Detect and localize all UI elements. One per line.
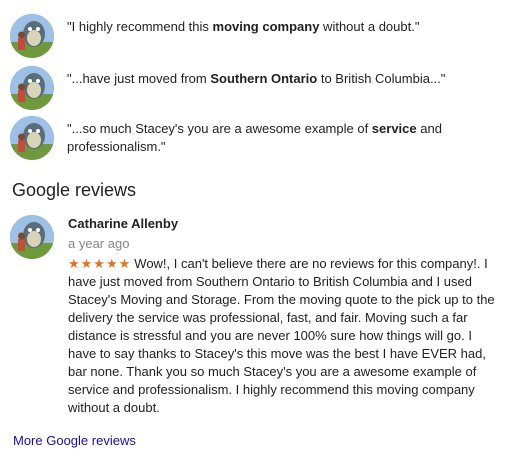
review-snippet: "I highly recommend this moving company … bbox=[10, 14, 500, 58]
snippet-text: "...have just moved from Southern Ontari… bbox=[67, 66, 445, 88]
review-card: Catharine Allenby a year ago ★★★★★ Wow!, … bbox=[10, 215, 500, 417]
review-snippet: "...so much Stacey's you are a awesome e… bbox=[10, 116, 500, 160]
snippet-text-part: "...have just moved from bbox=[67, 71, 211, 86]
review-body: Catharine Allenby a year ago ★★★★★ Wow!, … bbox=[68, 215, 496, 417]
star-rating-icon: ★★★★★ bbox=[68, 256, 132, 271]
avatar[interactable] bbox=[10, 116, 54, 160]
snippet-text-part: to British Columbia..." bbox=[317, 71, 446, 86]
snippet-highlight: moving company bbox=[212, 19, 320, 34]
reviewer-name[interactable]: Catharine Allenby bbox=[68, 215, 496, 233]
snippet-text: "...so much Stacey's you are a awesome e… bbox=[67, 116, 487, 156]
snippet-text-part: "I highly recommend this bbox=[67, 19, 213, 34]
avatar-image-icon bbox=[10, 116, 54, 160]
section-heading: Google reviews bbox=[12, 180, 137, 200]
review-text: ★★★★★ Wow!, I can't believe there are no … bbox=[68, 255, 496, 417]
review-snippet: "...have just moved from Southern Ontari… bbox=[10, 66, 500, 110]
snippet-highlight: Southern Ontario bbox=[210, 71, 318, 86]
snippet-highlight: service bbox=[371, 121, 417, 136]
avatar[interactable] bbox=[10, 66, 54, 110]
more-reviews-link[interactable]: More Google reviews bbox=[13, 433, 136, 449]
snippet-text: "I highly recommend this moving company … bbox=[67, 14, 419, 36]
snippet-text-part: "...so much Stacey's you are a awesome e… bbox=[67, 121, 372, 136]
review-date: a year ago bbox=[68, 236, 130, 251]
snippet-text-part: without a doubt." bbox=[319, 19, 420, 34]
review-content: Wow!, I can't believe there are no revie… bbox=[68, 256, 495, 415]
avatar-image-icon bbox=[10, 66, 54, 110]
avatar[interactable] bbox=[10, 215, 54, 259]
avatar[interactable] bbox=[10, 14, 54, 58]
avatar-image-icon bbox=[10, 14, 54, 58]
avatar-image-icon bbox=[10, 215, 54, 259]
